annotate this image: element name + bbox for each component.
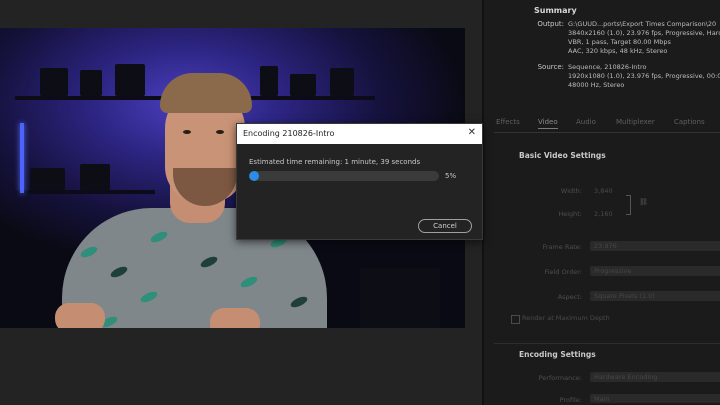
encoding-settings-title: Encoding Settings	[519, 350, 596, 359]
person-hair	[160, 73, 252, 113]
aspect-select[interactable]: Square Pixels (1.0)	[590, 291, 720, 301]
progress-fill	[249, 171, 259, 181]
source-line: 48000 Hz, Stereo	[568, 81, 625, 89]
profile-select[interactable]: Main	[590, 394, 720, 403]
settings-tabs: Effects Video Audio Multiplexer Captions	[494, 118, 720, 133]
chain-link-icon[interactable]: ⛓	[639, 198, 648, 206]
profile-label: Profile:	[559, 396, 582, 404]
output-line: VBR, 1 pass, Target 80.00 Mbps	[568, 38, 671, 46]
output-line: 3840x2160 (1.0), 23.976 fps, Progressive…	[568, 29, 720, 37]
source-line: 1920x1080 (1.0), 23.976 fps, Progressive…	[568, 72, 720, 80]
height-label: Height:	[558, 210, 582, 218]
frame-rate-select[interactable]: 23.976	[590, 241, 720, 251]
link-bracket	[626, 195, 631, 215]
tab-audio[interactable]: Audio	[576, 118, 596, 126]
shelf-object	[80, 164, 110, 190]
shelf-object	[40, 68, 68, 96]
export-settings-panel: Summary Output: G:\GUUD...ports\Export T…	[482, 0, 720, 405]
source-line: Sequence, 210826-Intro	[568, 63, 647, 71]
render-max-depth-checkbox[interactable]	[511, 315, 520, 324]
tab-effects[interactable]: Effects	[496, 118, 520, 126]
aspect-label: Aspect:	[557, 293, 582, 301]
output-label: Output:	[537, 20, 564, 28]
field-order-select[interactable]: Progressive	[590, 266, 720, 276]
performance-select[interactable]: Hardware Encoding	[590, 372, 720, 382]
person-eye	[183, 130, 191, 134]
width-label: Width:	[560, 187, 582, 195]
shelf-object	[330, 68, 354, 96]
estimated-time-text: Estimated time remaining: 1 minute, 39 s…	[249, 158, 421, 166]
frame-rate-label: Frame Rate:	[542, 243, 582, 251]
output-line: AAC, 320 kbps, 48 kHz, Stereo	[568, 47, 668, 55]
progress-percent: 5%	[445, 172, 457, 180]
field-order-label: Field Order:	[544, 268, 582, 276]
basic-video-settings-title: Basic Video Settings	[519, 151, 606, 160]
equipment	[360, 268, 440, 328]
section-divider	[494, 343, 720, 344]
width-value[interactable]: 3,840	[594, 187, 613, 195]
shelf-object	[80, 70, 102, 96]
summary-title: Summary	[534, 6, 577, 15]
shelf-object	[115, 64, 145, 96]
source-label: Source:	[537, 63, 564, 71]
output-line: G:\GUUD...ports\Export Times Comparison\…	[568, 20, 717, 28]
shelf-object	[260, 66, 278, 96]
render-max-depth-label: Render at Maximum Depth	[522, 314, 610, 322]
performance-label: Performance:	[538, 374, 582, 382]
close-icon[interactable]: ✕	[468, 127, 476, 138]
tab-video[interactable]: Video	[538, 118, 558, 129]
person-hand	[55, 303, 105, 328]
height-value[interactable]: 2,160	[594, 210, 613, 218]
progress-bar	[249, 171, 439, 181]
dialog-titlebar[interactable]: Encoding 210826-Intro ✕	[237, 124, 482, 144]
led-strip	[20, 123, 24, 193]
shelf-object	[30, 168, 65, 190]
cancel-button[interactable]: Cancel	[418, 219, 472, 233]
output-details: G:\GUUD...ports\Export Times Comparison\…	[568, 20, 720, 56]
person-eye	[216, 130, 224, 134]
dialog-title: Encoding 210826-Intro	[243, 129, 335, 138]
shelf-object	[290, 74, 316, 96]
tab-multiplexer[interactable]: Multiplexer	[616, 118, 655, 126]
source-details: Sequence, 210826-Intro 1920x1080 (1.0), …	[568, 63, 720, 90]
tab-captions[interactable]: Captions	[674, 118, 705, 126]
encoding-dialog: Encoding 210826-Intro ✕ Estimated time r…	[236, 123, 483, 240]
person-hand	[210, 308, 260, 328]
shelf	[15, 190, 155, 194]
